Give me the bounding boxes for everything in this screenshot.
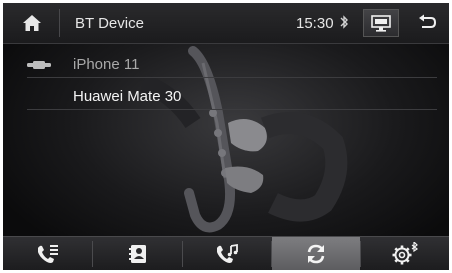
back-button[interactable] [413, 11, 441, 35]
contacts-button[interactable] [93, 237, 182, 270]
device-list-item[interactable]: iPhone 11 [27, 51, 437, 78]
divider [59, 9, 60, 37]
bluetooth-icon [340, 15, 348, 29]
device-list-item[interactable]: Huawei Mate 30 [27, 83, 437, 110]
top-bar: BT Device 15:30 [3, 3, 449, 44]
home-button[interactable] [17, 11, 47, 35]
sync-button[interactable] [272, 237, 360, 270]
sync-icon [307, 244, 325, 264]
bt-settings-button[interactable] [361, 237, 449, 270]
screen-mirror-button[interactable] [363, 9, 399, 37]
monitor-icon [371, 15, 391, 32]
home-icon [23, 15, 41, 31]
back-arrow-icon [419, 14, 437, 28]
bottom-nav-bar [3, 236, 449, 270]
phone-list-icon [37, 245, 58, 263]
bt-device-screen: BT Device 15:30 iPhone 11 Huawei Mate 30 [3, 3, 449, 270]
call-log-button[interactable] [3, 237, 92, 270]
phone-music-icon [217, 243, 238, 263]
clock: 15:30 [296, 15, 334, 32]
device-name: iPhone 11 [73, 56, 140, 73]
phone-connected-icon [27, 61, 51, 69]
contacts-icon [128, 245, 146, 263]
bt-music-button[interactable] [183, 237, 271, 270]
page-title: BT Device [75, 15, 144, 32]
device-name: Huawei Mate 30 [73, 88, 182, 105]
gear-bluetooth-icon [392, 242, 419, 265]
